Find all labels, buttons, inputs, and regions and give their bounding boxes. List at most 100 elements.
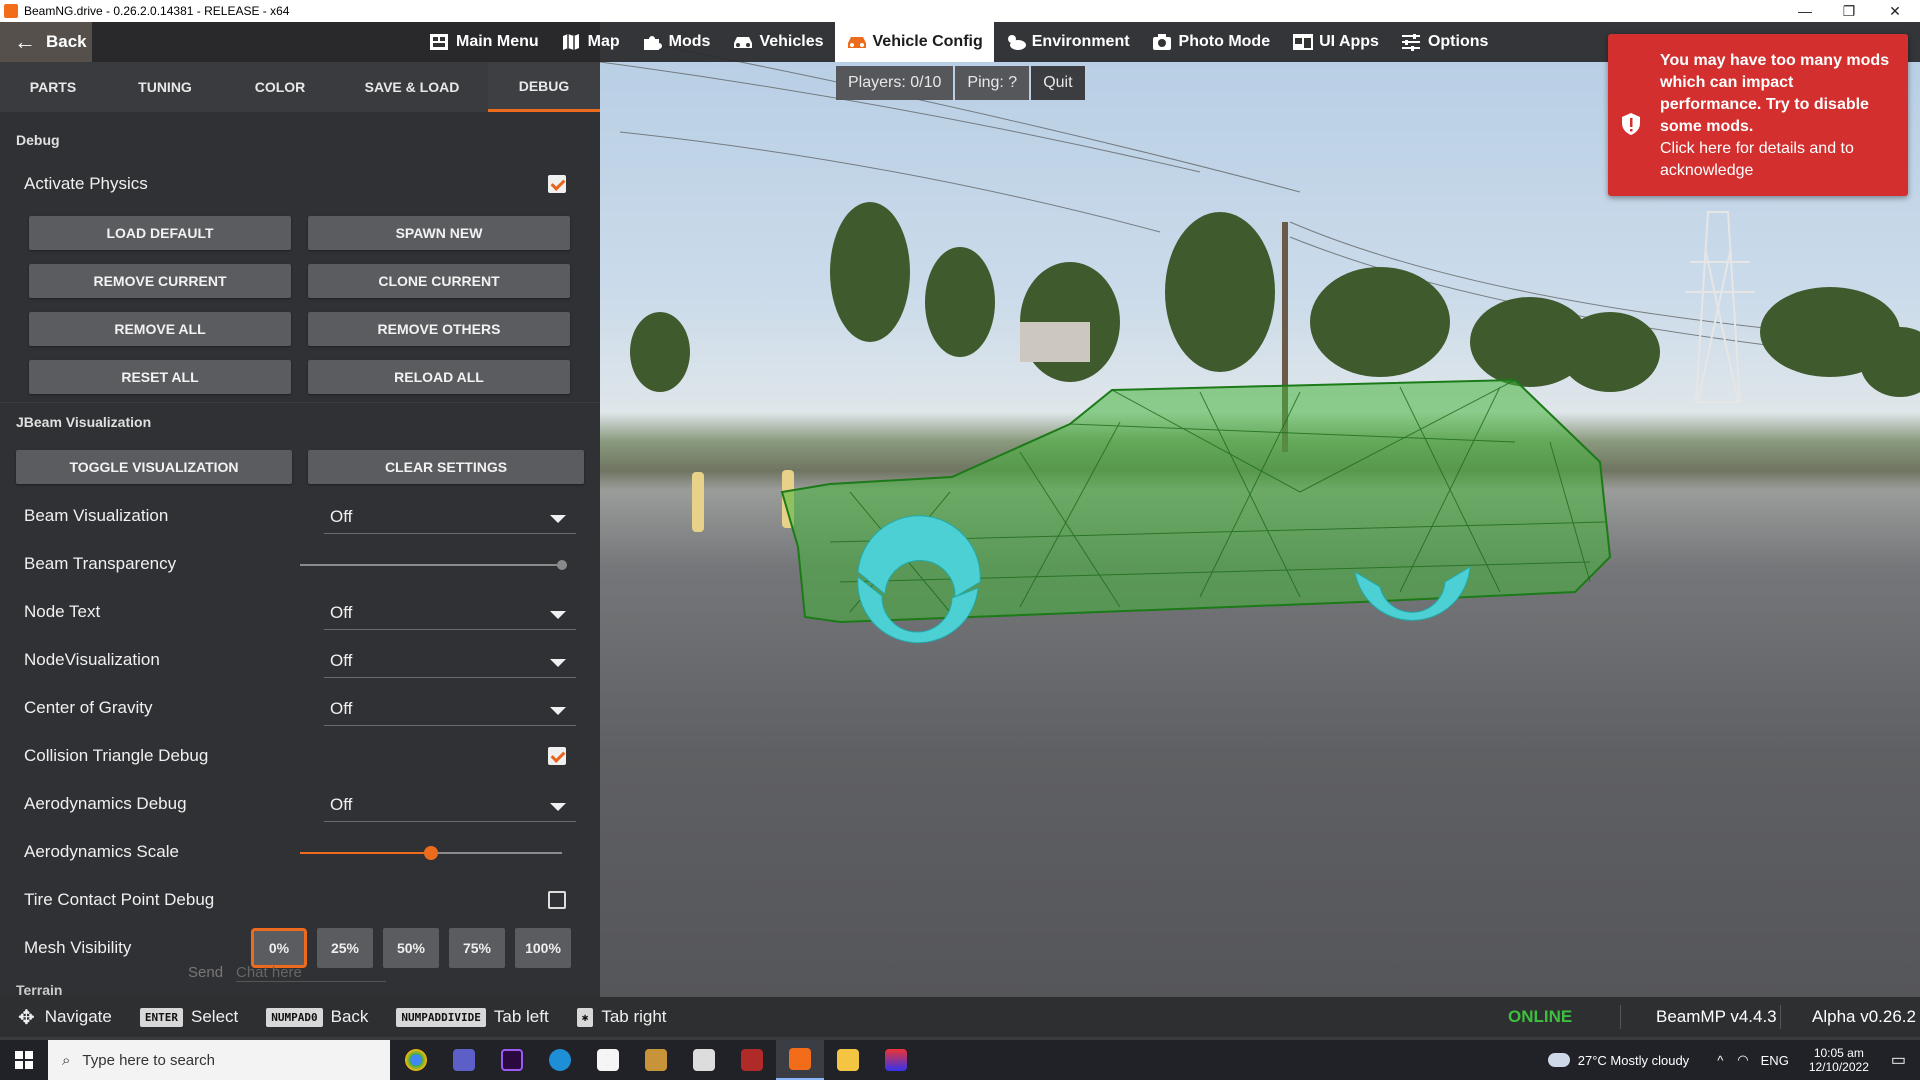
tab-save-load[interactable]: SAVE & LOAD: [336, 62, 488, 112]
aero-debug-label: Aerodynamics Debug: [24, 794, 187, 813]
chevron-down-icon: [550, 515, 566, 523]
tire-contact-label: Tire Contact Point Debug: [24, 890, 215, 909]
edge-taskbar-icon[interactable]: [536, 1040, 584, 1080]
mesh-visibility-0[interactable]: 0%: [251, 928, 307, 968]
node-text-select[interactable]: Off: [324, 596, 576, 630]
taskbar-search[interactable]: ⌕ Type here to search: [48, 1040, 390, 1080]
terrain-section-title: Terrain: [16, 982, 63, 997]
tab-color[interactable]: COLOR: [224, 62, 336, 112]
mods-warning-notification[interactable]: You may have too many mods which can imp…: [1608, 34, 1908, 196]
numpad-multiply-key-icon: ✱: [576, 1007, 594, 1027]
remove-all-button[interactable]: REMOVE ALL: [29, 312, 291, 346]
beam-transparency-slider[interactable]: [300, 560, 567, 570]
tab-tuning[interactable]: TUNING: [106, 62, 224, 112]
wifi-icon[interactable]: ◠: [1737, 1052, 1748, 1068]
reset-all-button[interactable]: RESET ALL: [29, 360, 291, 394]
cloud-weather-icon: [1547, 1053, 1570, 1067]
menu-item-environment[interactable]: Environment: [994, 22, 1141, 62]
reload-all-button[interactable]: RELOAD ALL: [308, 360, 570, 394]
menu-item-main-menu[interactable]: Main Menu: [418, 22, 550, 62]
select-value: Off: [330, 602, 353, 622]
menu-item-mods[interactable]: Mods: [631, 22, 722, 62]
spawn-new-button[interactable]: SPAWN NEW: [308, 216, 570, 250]
beam-transparency-label: Beam Transparency: [24, 554, 177, 573]
mesh-visibility-50[interactable]: 50%: [383, 928, 439, 968]
chevron-up-icon[interactable]: ^: [1717, 1053, 1723, 1068]
beam-visualization-select[interactable]: Off: [324, 500, 576, 534]
beam-visualization-label: Beam Visualization: [24, 506, 169, 525]
load-default-button[interactable]: LOAD DEFAULT: [29, 216, 291, 250]
premiere-taskbar-icon[interactable]: [488, 1040, 536, 1080]
notification-detail-link[interactable]: Click here for details and to acknowledg…: [1660, 140, 1854, 179]
enter-key-icon: ENTER: [139, 1007, 183, 1027]
menu-item-options[interactable]: Options: [1390, 22, 1499, 62]
select-value: Off: [330, 506, 353, 526]
activate-physics-label: Activate Physics: [24, 174, 148, 193]
hint-tab-left: NUMPADDIVIDE Tab left: [396, 1007, 549, 1027]
puzzle-icon: [642, 33, 662, 51]
weather-text[interactable]: 27°C Mostly cloudy: [1578, 1053, 1689, 1068]
aero-debug-select[interactable]: Off: [324, 788, 576, 822]
remove-current-button[interactable]: REMOVE CURRENT: [29, 264, 291, 298]
mesh-visibility-25[interactable]: 25%: [317, 928, 373, 968]
chat-send-button[interactable]: Send: [188, 964, 223, 981]
node-visualization-select[interactable]: Off: [324, 644, 576, 678]
activate-physics-checkbox[interactable]: [548, 175, 566, 193]
center-of-gravity-select[interactable]: Off: [324, 692, 576, 726]
teams-taskbar-icon[interactable]: [440, 1040, 488, 1080]
beamng-taskbar-icon[interactable]: [776, 1040, 824, 1080]
hint-back: NUMPAD0 Back: [266, 1007, 368, 1027]
car-wireframe: [780, 378, 1612, 644]
clear-settings-button[interactable]: CLEAR SETTINGS: [308, 450, 584, 484]
notepad-taskbar-icon[interactable]: [584, 1040, 632, 1080]
window-titlebar: BeamNG.drive - 0.26.2.0.14381 - RELEASE …: [0, 0, 1920, 22]
media-taskbar-icon[interactable]: [680, 1040, 728, 1080]
tire-contact-checkbox[interactable]: [548, 891, 566, 909]
collision-triangle-checkbox[interactable]: [548, 747, 566, 765]
divider: [1780, 1005, 1781, 1029]
node-visualization-label: NodeVisualization: [24, 650, 160, 669]
chat-input[interactable]: Chat here: [236, 964, 386, 982]
menu-item-map[interactable]: Map: [550, 22, 631, 62]
language-indicator[interactable]: ENG: [1761, 1053, 1789, 1068]
slider-knob[interactable]: [424, 846, 438, 860]
aero-scale-slider[interactable]: [300, 846, 562, 860]
close-button[interactable]: ✕: [1872, 0, 1918, 22]
clone-current-button[interactable]: CLONE CURRENT: [308, 264, 570, 298]
menu-item-vehicles[interactable]: Vehicles: [721, 22, 834, 62]
file-explorer-taskbar-icon[interactable]: [824, 1040, 872, 1080]
chevron-down-icon: [550, 803, 566, 811]
clock-date: 12/10/2022: [1808, 1060, 1869, 1074]
chevron-down-icon: [550, 707, 566, 715]
roadside-sign: [1020, 322, 1090, 362]
shield-icon: [1622, 113, 1640, 135]
mesh-visibility-100[interactable]: 100%: [515, 928, 571, 968]
select-value: Off: [330, 794, 353, 814]
game-taskbar-icon[interactable]: [632, 1040, 680, 1080]
mesh-visibility-75[interactable]: 75%: [449, 928, 505, 968]
back-button[interactable]: ← Back: [0, 22, 92, 62]
beammp-version: BeamMP v4.4.3: [1656, 1007, 1777, 1026]
windows-logo-icon: [15, 1051, 33, 1069]
bollard: [692, 472, 704, 532]
notification-center-icon[interactable]: ▭: [1891, 1050, 1906, 1070]
launcher-taskbar-icon[interactable]: [872, 1040, 920, 1080]
tab-parts[interactable]: PARTS: [0, 62, 106, 112]
menu-item-photo-mode[interactable]: Photo Mode: [1141, 22, 1282, 62]
game-version: Alpha v0.26.2: [1812, 1007, 1916, 1026]
remove-others-button[interactable]: REMOVE OTHERS: [308, 312, 570, 346]
quit-button[interactable]: Quit: [1031, 66, 1085, 100]
menu-item-ui-apps[interactable]: UI Apps: [1281, 22, 1390, 62]
slider-knob[interactable]: [557, 560, 567, 570]
chrome-taskbar-icon[interactable]: [392, 1040, 440, 1080]
menu-item-label: Photo Mode: [1178, 33, 1271, 50]
menu-item-vehicle-config[interactable]: Vehicle Config: [834, 22, 994, 62]
tab-debug[interactable]: DEBUG: [488, 62, 600, 112]
app-taskbar-icon[interactable]: [728, 1040, 776, 1080]
notification-title: You may have too many mods which can imp…: [1660, 52, 1890, 135]
toggle-visualization-button[interactable]: TOGGLE VISUALIZATION: [16, 450, 292, 484]
windows-start-button[interactable]: [0, 1040, 48, 1080]
clock[interactable]: 10:05 am 12/10/2022: [1809, 1046, 1869, 1074]
minimize-button[interactable]: —: [1782, 0, 1828, 22]
restore-button[interactable]: ❐: [1826, 0, 1872, 22]
